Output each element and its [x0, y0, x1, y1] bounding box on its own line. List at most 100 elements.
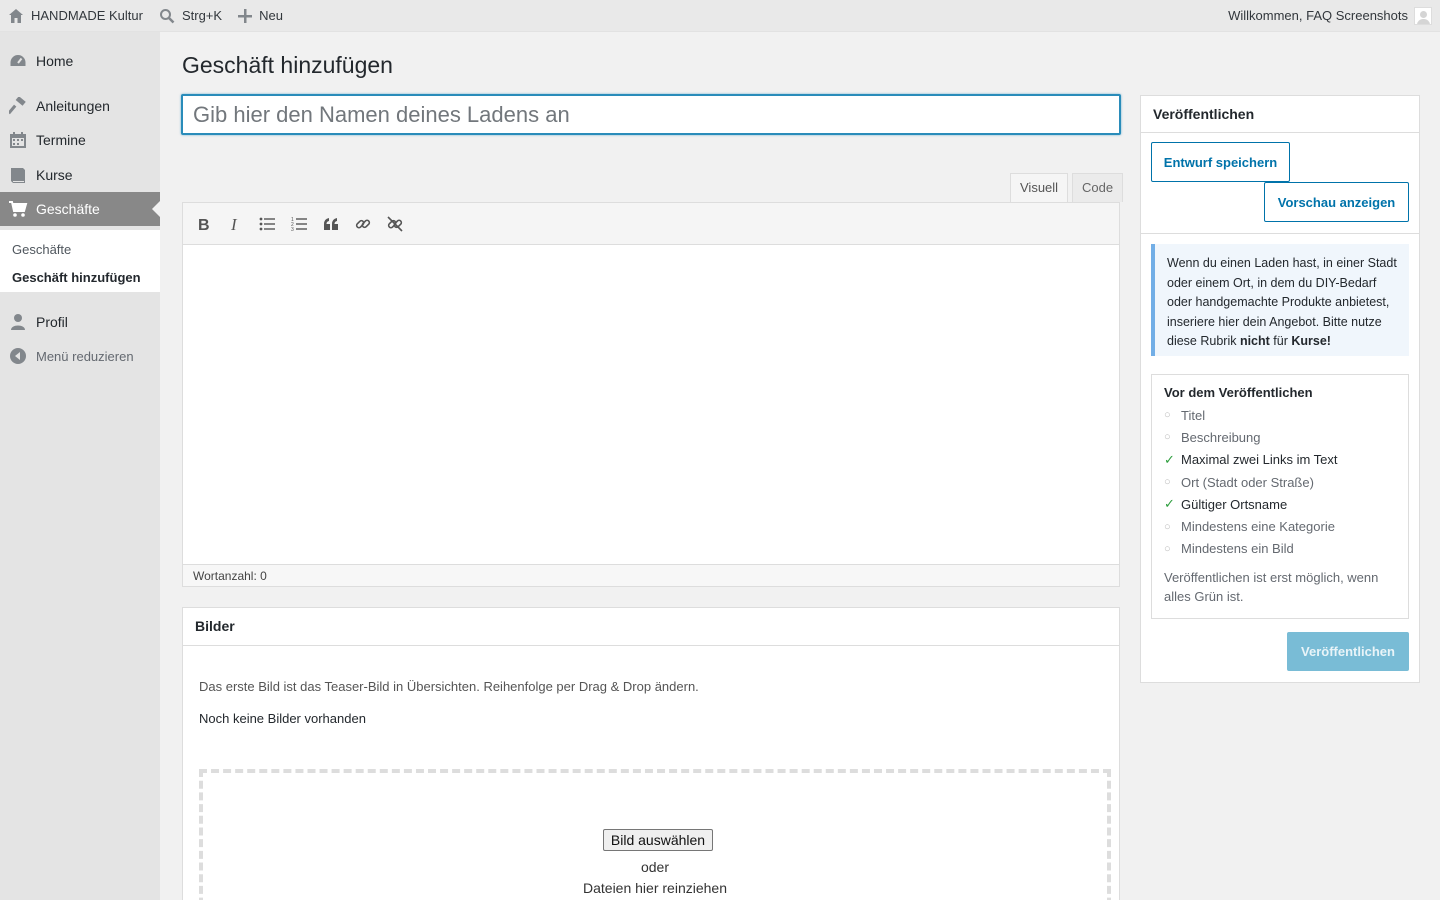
- divider: [1141, 233, 1419, 234]
- checklist-label: Gültiger Ortsname: [1181, 496, 1288, 512]
- collapse-arrow-icon: [10, 348, 26, 364]
- search-shortcut[interactable]: Strg+K: [151, 0, 230, 32]
- checklist-item-ortsname: ✓ Gültiger Ortsname: [1164, 493, 1396, 515]
- remove-link-button[interactable]: [379, 209, 411, 239]
- publish-panel-title: Veröffentlichen: [1141, 96, 1419, 133]
- bullet-list-button[interactable]: [251, 209, 283, 239]
- user-icon: [11, 314, 25, 330]
- circle-icon: ○: [1164, 476, 1171, 489]
- cart-icon: [9, 201, 28, 217]
- bold-button[interactable]: B: [187, 209, 219, 239]
- info-notice: Wenn du einen Laden hast, in einer Stadt…: [1151, 244, 1409, 356]
- sidebar-item-anleitungen[interactable]: Anleitungen: [0, 89, 160, 123]
- editor-content-area[interactable]: [183, 245, 1119, 565]
- sidebar-item-termine[interactable]: Termine: [0, 123, 160, 157]
- notice-emphasis: nicht: [1239, 334, 1270, 348]
- calendar-icon: [10, 132, 26, 148]
- sidebar-item-kurse[interactable]: Kurse: [0, 158, 160, 192]
- checklist-note: Veröffentlichen ist erst möglich, wenn a…: [1164, 570, 1379, 605]
- title-input[interactable]: [181, 94, 1121, 135]
- dropzone-or-text: oder: [640, 859, 670, 875]
- circle-icon: ○: [1164, 542, 1171, 555]
- avatar: [1414, 6, 1432, 25]
- insert-link-button[interactable]: [347, 209, 379, 239]
- select-image-button[interactable]: Bild auswählen: [603, 829, 713, 851]
- plus-icon: [238, 8, 253, 23]
- editor-toolbar: B I 123: [183, 203, 1119, 245]
- checklist-label: Beschreibung: [1181, 429, 1261, 445]
- svg-text:3: 3: [291, 227, 294, 231]
- publish-panel: Veröffentlichen Entwurf speichern Vorsch…: [1140, 95, 1420, 683]
- account-menu[interactable]: Willkommen, FAQ Screenshots: [1228, 6, 1440, 25]
- bold-icon: B: [198, 217, 210, 232]
- page-title: Geschäft hinzufügen: [182, 52, 393, 78]
- italic-icon: I: [230, 216, 238, 232]
- submenu-item-geschaefte[interactable]: Geschäfte: [0, 236, 160, 264]
- checklist-item-kategorie: ○ Mindestens eine Kategorie: [1164, 515, 1396, 537]
- sidebar-submenu: Geschäfte Geschäft hinzufügen: [0, 230, 160, 292]
- admin-bar: HANDMADE Kultur Strg+K Neu Willkommen, F…: [0, 0, 1440, 32]
- dashboard-icon: [10, 55, 26, 66]
- svg-text:I: I: [230, 216, 238, 232]
- checklist-item-ort: ○ Ort (Stadt oder Straße): [1164, 471, 1396, 493]
- sidebar-item-geschaefte[interactable]: Geschäfte: [0, 192, 160, 226]
- admin-sidebar: Home Anleitungen Termine Kurse Geschäfte…: [0, 32, 160, 900]
- home-icon: [9, 8, 23, 23]
- book-icon: [11, 168, 25, 183]
- submenu-item-geschaeft-hinzufuegen[interactable]: Geschäft hinzufügen: [0, 264, 160, 292]
- prepublish-checklist: Vor dem Veröffentlichen ○ Titel ○ Beschrei…: [1151, 374, 1409, 619]
- search-icon: [159, 8, 175, 23]
- sidebar-item-label: Geschäfte: [36, 201, 100, 217]
- checklist-label: Titel: [1181, 407, 1206, 423]
- sidebar-item-label: Profil: [36, 314, 68, 330]
- save-draft-button[interactable]: Entwurf speichern: [1151, 142, 1290, 182]
- new-content-link[interactable]: Neu: [230, 0, 291, 32]
- numbered-list-icon: 123: [291, 217, 307, 231]
- sidebar-item-label: Termine: [36, 132, 86, 148]
- checklist-item-bild: ○ Mindestens ein Bild: [1164, 538, 1396, 560]
- sidebar-item-profil[interactable]: Profil: [0, 305, 160, 339]
- site-home-link[interactable]: HANDMADE Kultur: [0, 0, 151, 32]
- checklist-label: Mindestens ein Bild: [1181, 541, 1294, 557]
- word-count: Wortanzahl: 0: [183, 564, 1119, 586]
- circle-icon: ○: [1164, 431, 1171, 444]
- welcome-text: Willkommen, FAQ Screenshots: [1228, 8, 1408, 23]
- images-empty-text: Noch keine Bilder vorhanden: [199, 711, 366, 726]
- svg-text:B: B: [198, 217, 210, 232]
- quote-icon: [324, 217, 338, 230]
- unlink-icon: [387, 215, 403, 232]
- circle-icon: ○: [1164, 520, 1171, 533]
- tab-visual[interactable]: Visuell: [1010, 173, 1069, 203]
- dropzone-drag-text: Dateien hier reinziehen: [583, 880, 727, 896]
- sidebar-item-home[interactable]: Home: [0, 44, 160, 78]
- check-icon: ✓: [1164, 496, 1175, 512]
- images-description: Das erste Bild ist das Teaser-Bild in Üb…: [199, 679, 699, 694]
- collapse-label: Menü reduzieren: [36, 348, 134, 364]
- preview-button[interactable]: Vorschau anzeigen: [1264, 182, 1409, 222]
- checklist-label: Maximal zwei Links im Text: [1181, 452, 1338, 468]
- sidebar-item-label: Kurse: [36, 167, 73, 183]
- checklist-label: Mindestens eine Kategorie: [1181, 519, 1335, 535]
- site-name: HANDMADE Kultur: [31, 8, 143, 23]
- images-panel-title: Bilder: [183, 608, 1119, 646]
- italic-button[interactable]: I: [219, 209, 251, 239]
- collapse-menu-button[interactable]: Menü reduzieren: [0, 339, 160, 373]
- checklist-item-titel: ○ Titel: [1164, 404, 1396, 426]
- search-shortcut-label: Strg+K: [181, 8, 223, 23]
- checklist-label: Ort (Stadt oder Straße): [1181, 474, 1314, 490]
- circle-icon: ○: [1164, 409, 1171, 422]
- notice-emphasis-kurse: Kurse!: [1291, 334, 1331, 348]
- numbered-list-button[interactable]: 123: [283, 209, 315, 239]
- checklist-item-links: ✓ Maximal zwei Links im Text: [1164, 449, 1396, 471]
- tab-code[interactable]: Code: [1072, 173, 1124, 202]
- bullet-list-icon: [259, 217, 275, 230]
- check-icon: ✓: [1164, 451, 1175, 467]
- checklist-title: Vor dem Veröffentlichen: [1164, 385, 1313, 400]
- images-panel: Bilder Das erste Bild ist das Teaser-Bil…: [182, 607, 1120, 900]
- publish-button[interactable]: Veröffentlichen: [1287, 632, 1409, 671]
- hammer-icon: [9, 97, 26, 115]
- checklist-item-beschreibung: ○ Beschreibung: [1164, 426, 1396, 448]
- blockquote-button[interactable]: [315, 209, 347, 239]
- new-label: Neu: [259, 8, 283, 23]
- image-dropzone[interactable]: Bild auswählen oder Dateien hier reinzie…: [199, 769, 1111, 900]
